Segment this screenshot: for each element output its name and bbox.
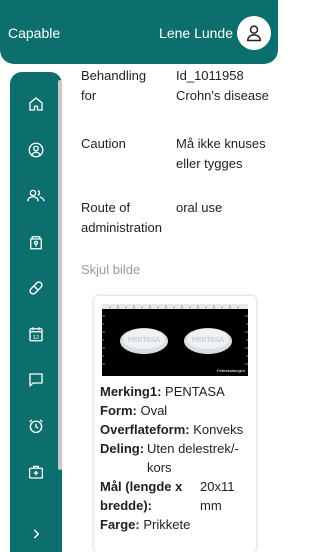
top-app-bar: Capable Lene Lunde (0, 0, 278, 64)
calendar-date: 12 (33, 335, 39, 341)
marking-line: Merking1: PENTASA (100, 382, 225, 401)
pill-photo: PENTASA PENTASA Felleskatalogen (102, 304, 248, 376)
route-label-line-2: administration (81, 220, 162, 235)
nav-calendar[interactable]: 12 (10, 318, 62, 350)
scrollbar-thumb[interactable] (58, 80, 62, 470)
treatment-label: Behandling for (81, 68, 147, 103)
pill-icon (29, 281, 43, 295)
treatment-value: Id_1011958 Crohn's disease (176, 66, 278, 106)
caution-label: Caution (81, 136, 126, 151)
form-value: Oval (140, 403, 168, 418)
division-label: Deling: (100, 441, 145, 456)
person-icon (246, 25, 262, 42)
route-row: Route of administration oral use (81, 198, 278, 238)
treatment-row: Behandling for Id_1011958 Crohn's diseas… (81, 66, 278, 106)
route-value: oral use (176, 200, 223, 215)
surface-value: Konveks (193, 422, 244, 437)
caution-line-2: eller tygges (176, 156, 243, 171)
chevron-right-icon (33, 529, 40, 539)
size-label-line-1: Mål (lengde x (100, 479, 183, 494)
nav-home[interactable] (10, 88, 62, 120)
scrollbar[interactable] (58, 72, 64, 482)
color-line: Farge: Prikkete (100, 515, 190, 534)
marking-label: Merking1: (100, 384, 162, 399)
first-aid-kit-icon (28, 465, 44, 479)
nav-alarm[interactable] (10, 410, 62, 442)
calendar-icon: 12 (29, 327, 43, 342)
nav-profile[interactable] (10, 134, 62, 166)
avatar[interactable] (237, 16, 271, 50)
size-value-line-1: 20x11 (200, 479, 235, 494)
group-icon (27, 189, 45, 202)
alarm-icon (29, 419, 43, 434)
color-value: Prikkete (143, 517, 191, 532)
route-label-line-1: Route of (81, 200, 131, 215)
marking-value: PENTASA (165, 384, 225, 399)
pill-image-card: PENTASA PENTASA Felleskatalogen Merking1… (94, 296, 256, 552)
caution-row: Caution Må ikke knuses eller tygges (81, 134, 278, 174)
user-name[interactable]: Lene Lunde (159, 25, 233, 41)
nav-expand[interactable] (10, 518, 62, 550)
division-value-line-2: kors (147, 460, 172, 475)
pill-imprint-right: PENTASA (192, 337, 224, 344)
nav-pill[interactable] (10, 272, 62, 304)
caution-value: Må ikke knuses eller tygges (176, 134, 278, 174)
surface-line: Overflateform: Konveks (100, 420, 243, 439)
nav-group[interactable] (10, 180, 62, 212)
size-label-line-2: bredde): (100, 498, 152, 513)
medicine-cabinet-icon (30, 236, 42, 250)
photo-caption: Felleskatalogen (217, 368, 245, 373)
nav-chat[interactable] (10, 364, 62, 396)
surface-label: Overflateform: (100, 422, 190, 437)
form-line: Form: Oval (100, 401, 167, 420)
pill-imprint-left: PENTASA (128, 337, 160, 344)
form-label: Form: (100, 403, 137, 418)
chat-icon (29, 373, 43, 387)
profile-icon (28, 142, 44, 158)
treatment-id: Id_1011958 (176, 68, 244, 83)
home-icon (29, 97, 43, 111)
route-label: Route of administration (81, 198, 176, 238)
division-line: Deling: Uten delestrek/- kors (100, 439, 252, 477)
size-line: Mål (lengde x bredde): 20x11 mm (100, 477, 252, 515)
nav-medicine-cabinet[interactable] (10, 226, 62, 258)
division-value-line-1: Uten delestrek/- (147, 441, 239, 456)
nav-first-aid[interactable] (10, 456, 62, 488)
color-label: Farge: (100, 517, 140, 532)
app-title[interactable]: Capable (8, 25, 60, 41)
treatment-diagnosis: Crohn's disease (176, 88, 269, 103)
hide-image-link[interactable]: Skjul bilde (81, 262, 140, 277)
sidebar-nav: 12 (10, 72, 62, 552)
caution-line-1: Må ikke knuses (176, 136, 266, 151)
size-value-line-2: mm (200, 498, 222, 513)
